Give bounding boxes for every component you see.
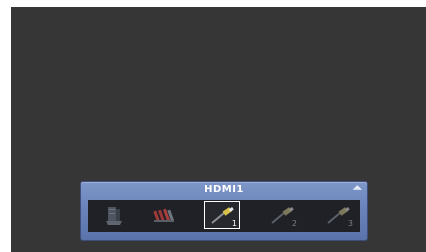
hdmi-cable-icon [327, 207, 350, 224]
source-item-component[interactable] [146, 201, 182, 229]
source-item-hdmi1[interactable]: 1 [204, 201, 240, 229]
component-cable-icon [153, 208, 174, 222]
source-number: 2 [291, 219, 297, 228]
source-item-antenna[interactable] [96, 201, 132, 229]
input-source-panel: HDMI1 ◢◣ 1 2 3 [81, 182, 367, 240]
hdmi-cable-icon [211, 207, 234, 224]
antenna-icon [106, 207, 122, 225]
tv-screen: HDMI1 ◢◣ 1 2 3 [11, 7, 426, 252]
source-item-hdmi3[interactable]: 3 [320, 201, 356, 229]
hdmi-cable-icon [271, 207, 294, 224]
scroll-arrows-icon[interactable]: ◢◣ [353, 184, 362, 191]
source-strip: 1 2 3 [88, 200, 360, 232]
source-item-hdmi2[interactable]: 2 [264, 201, 300, 229]
source-number: 3 [347, 219, 353, 228]
panel-title: HDMI1 [204, 184, 244, 195]
source-number: 1 [231, 219, 237, 228]
